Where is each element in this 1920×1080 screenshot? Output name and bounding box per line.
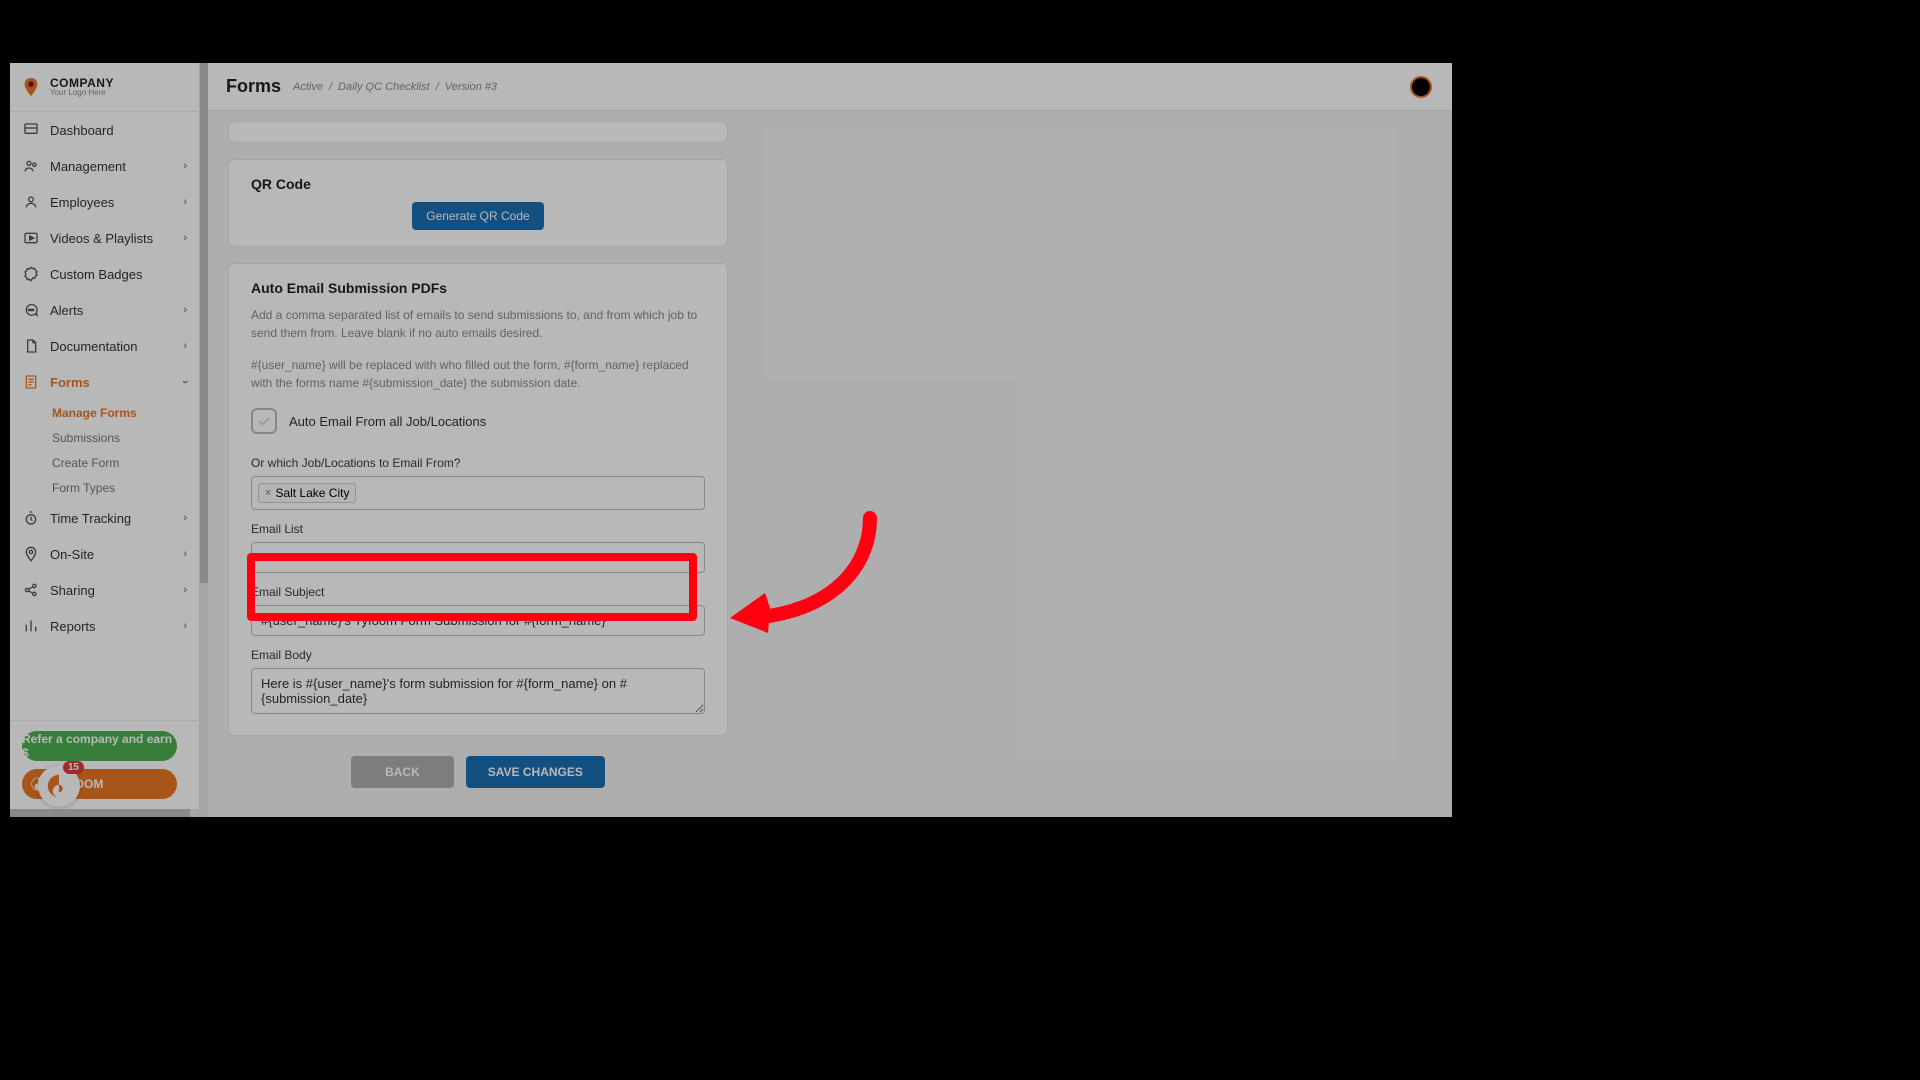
sidebar-item-videos[interactable]: Videos & Playlists › — [10, 220, 199, 256]
breadcrumb: Active/ Daily QC Checklist/ Version #3 — [293, 81, 497, 93]
auto-email-all-checkbox[interactable] — [251, 408, 277, 434]
bar-chart-icon — [22, 617, 40, 635]
subitem-submissions[interactable]: Submissions — [52, 425, 199, 450]
badge-icon — [22, 265, 40, 283]
email-list-label: Email List — [251, 522, 705, 536]
user-icon — [22, 193, 40, 211]
sidebar-item-forms[interactable]: Forms › — [10, 364, 199, 400]
dashboard-icon — [22, 121, 40, 139]
save-button[interactable]: SAVE CHANGES — [466, 756, 605, 788]
back-button[interactable]: BACK — [351, 756, 454, 788]
sidebar-item-badges[interactable]: Custom Badges — [10, 256, 199, 292]
email-body-textarea[interactable] — [251, 668, 705, 714]
card-stub — [228, 121, 728, 143]
sidebar-item-label: Time Tracking — [50, 511, 131, 526]
sidebar-item-label: Dashboard — [50, 123, 114, 138]
sidebar-item-label: On-Site — [50, 547, 94, 562]
crumb[interactable]: Version #3 — [445, 81, 497, 93]
email-list-input[interactable] — [251, 542, 705, 573]
chevron-right-icon: › — [183, 620, 187, 632]
sidebar-item-label: Documentation — [50, 339, 137, 354]
tag-label: Salt Lake City — [275, 486, 349, 500]
sidebar-item-label: Employees — [50, 195, 114, 210]
forms-submenu: Manage Forms Submissions Create Form For… — [10, 400, 199, 500]
sidebar-item-onsite[interactable]: On-Site › — [10, 536, 199, 572]
email-desc-2: #{user_name} will be replaced with who f… — [251, 356, 705, 392]
sidebar-item-label: Custom Badges — [50, 267, 143, 282]
vertical-scrollbar[interactable] — [200, 63, 208, 817]
floating-brand-button[interactable]: 15 — [38, 765, 80, 807]
topbar: Forms Active/ Daily QC Checklist/ Versio… — [208, 63, 1452, 111]
subitem-manage-forms[interactable]: Manage Forms — [52, 400, 199, 425]
sidebar-item-label: Reports — [50, 619, 96, 634]
sidebar-item-dashboard[interactable]: Dashboard — [10, 112, 199, 148]
refer-button[interactable]: Refer a company and earn $ — [22, 731, 177, 761]
sidebar-item-label: Videos & Playlists — [50, 231, 153, 246]
subitem-form-types[interactable]: Form Types — [52, 475, 199, 500]
sidebar-footer: Refer a company and earn $ TYFOOM 15 — [10, 720, 199, 817]
button-row: BACK SAVE CHANGES — [228, 756, 728, 788]
document-icon — [22, 337, 40, 355]
qr-card: QR Code Generate QR Code — [228, 159, 728, 247]
main: Forms Active/ Daily QC Checklist/ Versio… — [208, 63, 1452, 817]
sidebar-item-label: Sharing — [50, 583, 95, 598]
generate-qr-button[interactable]: Generate QR Code — [412, 202, 543, 230]
sidebar: COMPANY Your Logo Here Dashboard Managem… — [10, 63, 200, 817]
email-subject-label: Email Subject — [251, 585, 705, 599]
sidebar-item-label: Alerts — [50, 303, 83, 318]
stopwatch-icon — [22, 509, 40, 527]
page-title: Forms — [226, 76, 281, 97]
logo-icon — [20, 76, 42, 98]
sidebar-nav: Dashboard Management › Employees › Video… — [10, 111, 199, 720]
content: QR Code Generate QR Code Auto Email Subm… — [208, 111, 748, 808]
auto-email-all-label: Auto Email From all Job/Locations — [289, 414, 486, 429]
chevron-right-icon: › — [183, 584, 187, 596]
logo-subtitle: Your Logo Here — [50, 89, 114, 97]
email-subject-input[interactable] — [251, 605, 705, 636]
location-icon — [22, 545, 40, 563]
chevron-right-icon: › — [183, 196, 187, 208]
notification-badge: 15 — [63, 761, 84, 774]
sidebar-horizontal-scrollbar[interactable] — [10, 809, 200, 817]
jobs-label: Or which Job/Locations to Email From? — [251, 456, 705, 470]
forms-icon — [22, 373, 40, 391]
chevron-down-icon: › — [179, 380, 191, 384]
email-desc-1: Add a comma separated list of emails to … — [251, 306, 705, 342]
email-title: Auto Email Submission PDFs — [251, 280, 705, 296]
chevron-right-icon: › — [183, 232, 187, 244]
logo[interactable]: COMPANY Your Logo Here — [10, 63, 199, 111]
chevron-right-icon: › — [183, 340, 187, 352]
chevron-right-icon: › — [183, 304, 187, 316]
chat-icon — [22, 301, 40, 319]
sidebar-item-sharing[interactable]: Sharing › — [10, 572, 199, 608]
email-card: Auto Email Submission PDFs Add a comma s… — [228, 263, 728, 736]
qr-title: QR Code — [251, 176, 705, 192]
subitem-create-form[interactable]: Create Form — [52, 450, 199, 475]
sidebar-item-employees[interactable]: Employees › — [10, 184, 199, 220]
job-tag: × Salt Lake City — [258, 483, 356, 503]
sidebar-item-documentation[interactable]: Documentation › — [10, 328, 199, 364]
share-icon — [22, 581, 40, 599]
users-icon — [22, 157, 40, 175]
sidebar-item-label: Management — [50, 159, 126, 174]
sidebar-item-timetracking[interactable]: Time Tracking › — [10, 500, 199, 536]
sidebar-item-alerts[interactable]: Alerts › — [10, 292, 199, 328]
crumb[interactable]: Daily QC Checklist — [338, 81, 430, 93]
avatar[interactable] — [1410, 76, 1432, 98]
jobs-taginput[interactable]: × Salt Lake City — [251, 476, 705, 510]
chevron-right-icon: › — [183, 512, 187, 524]
crumb[interactable]: Active — [293, 81, 323, 93]
play-icon — [22, 229, 40, 247]
sidebar-item-label: Forms — [50, 375, 90, 390]
chevron-right-icon: › — [183, 548, 187, 560]
tag-remove-icon[interactable]: × — [265, 487, 271, 499]
email-body-label: Email Body — [251, 648, 705, 662]
sidebar-item-management[interactable]: Management › — [10, 148, 199, 184]
chevron-right-icon: › — [183, 160, 187, 172]
sidebar-item-reports[interactable]: Reports › — [10, 608, 199, 644]
